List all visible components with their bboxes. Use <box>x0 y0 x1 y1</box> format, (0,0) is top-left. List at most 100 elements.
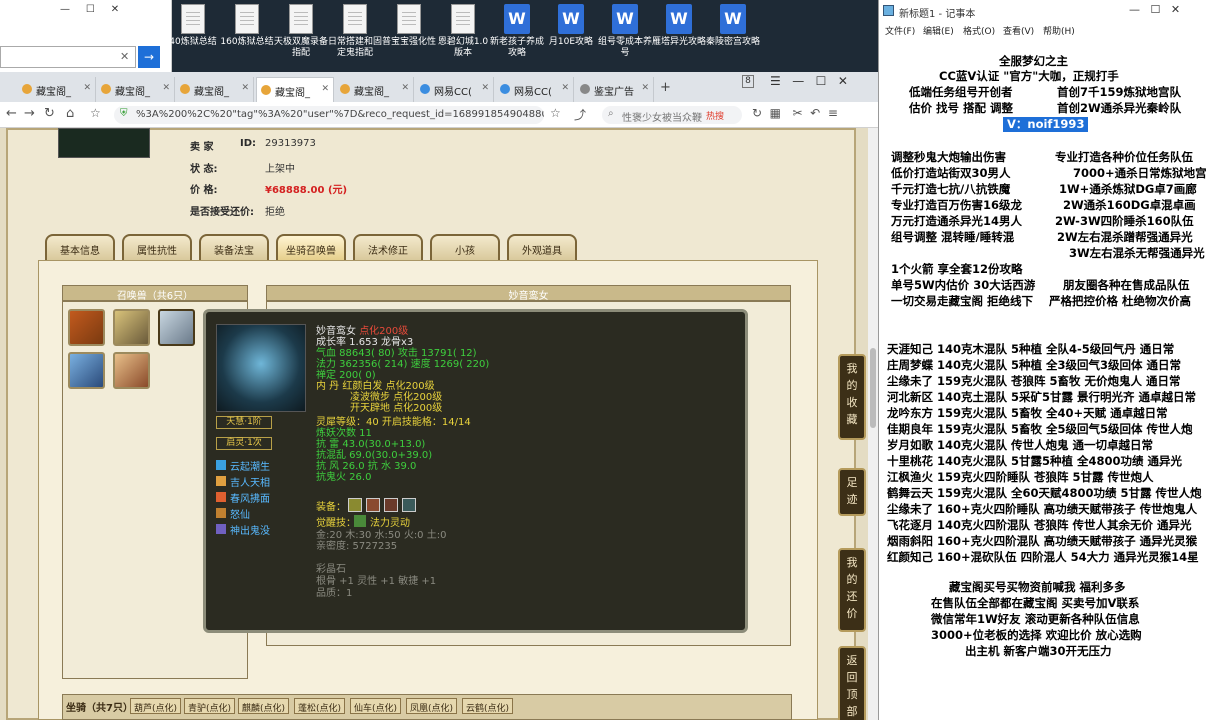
close-tab-icon[interactable]: ✕ <box>162 83 170 93</box>
forward-icon[interactable]: → <box>24 106 35 121</box>
service-left: 低价打造站街双30男人 <box>891 166 1011 180</box>
close-tab-icon[interactable]: ✕ <box>481 83 489 93</box>
mount-tab[interactable]: 仙车(点化) <box>350 698 402 714</box>
tab-count-badge[interactable]: 8 <box>742 75 754 88</box>
document-icon <box>397 4 421 34</box>
close-tab-icon[interactable]: ✕ <box>561 83 569 93</box>
promo-line: 朋友圈各种在售成品队伍 <box>1063 278 1190 292</box>
close-tab-icon[interactable]: ✕ <box>241 83 249 93</box>
mount-tab[interactable]: 凤凰(点化) <box>406 698 458 714</box>
wps-doc-icon: W <box>558 4 584 34</box>
equipment-slot-icon[interactable] <box>366 498 380 512</box>
summon-avatar[interactable] <box>113 352 150 389</box>
desktop-file[interactable]: 160炼狱总结 <box>220 4 274 48</box>
summon-avatar-selected[interactable] <box>158 309 195 346</box>
close-tab-icon[interactable]: ✕ <box>83 83 91 93</box>
mount-tab[interactable]: 葫芦(点化) <box>130 698 182 714</box>
star-icon[interactable]: ☆ <box>550 106 561 120</box>
share-icon[interactable]: ⤴ <box>574 106 586 123</box>
resist-wind-water: 抗 风 26.0 抗 水 39.0 <box>316 461 417 472</box>
go-button[interactable]: → <box>138 46 160 68</box>
new-tab-icon[interactable]: + <box>660 80 671 95</box>
browser-tab[interactable]: 藏宝阁_ ✕ <box>18 77 96 102</box>
browser-tab[interactable]: 鉴宝广告 ✕ <box>576 77 654 102</box>
window-controls[interactable]: ☰ — ☐ ✕ <box>770 74 848 88</box>
back-to-top-button[interactable]: 返回顶部 <box>838 646 866 720</box>
notepad-window: 新标题1 - 记事本 — ☐ ✕ 文件(F) 编辑(E) 格式(O) 查看(V)… <box>878 0 1208 720</box>
equipment-slot-icon[interactable] <box>348 498 362 512</box>
scrollbar-thumb[interactable] <box>870 348 876 428</box>
menu-edit[interactable]: 编辑(E) <box>923 24 954 37</box>
close-tab-icon[interactable]: ✕ <box>641 83 649 93</box>
tab-appearance[interactable]: 外观道具 <box>507 234 577 260</box>
desktop-file[interactable]: W 月10E攻略 <box>544 4 598 48</box>
close-icon[interactable]: ✕ <box>120 50 129 63</box>
background-window: — ☐ ✕ ✕ → <box>0 0 172 72</box>
home-icon[interactable]: ⌂ <box>66 106 74 121</box>
team-line: 红颜知己 160+混砍队伍 四阶混人 54大力 通异光灵猴14星 <box>887 550 1199 564</box>
footprint-button[interactable]: 足迹 <box>838 468 866 516</box>
my-favorites-button[interactable]: 我的收藏 <box>838 354 866 440</box>
close-tab-icon[interactable]: ✕ <box>321 84 329 94</box>
tab-attributes[interactable]: 属性抗性 <box>122 234 192 260</box>
notepad-text-area[interactable]: 全服梦幻之主 CC蓝V认证 "官方"大咖，正规打手 低端任务组号开创者 首创7千… <box>879 40 1208 720</box>
summon-name: 妙音鸾女 <box>316 326 356 337</box>
menu-help[interactable]: 帮助(H) <box>1043 24 1075 37</box>
mount-tab[interactable]: 云鹤(点化) <box>462 698 514 714</box>
desktop-file[interactable]: W 雁塔异光攻略 <box>652 4 706 48</box>
url-input[interactable]: ⛨ %3A%200%2C%20"tag"%3A%20"user"%7D&reco_… <box>114 106 544 124</box>
desktop-file[interactable]: W 秦陵密宫攻略 <box>706 4 760 48</box>
tab-mounts-summons[interactable]: 坐骑召唤兽 <box>276 234 346 260</box>
desktop-file[interactable]: 恩碧幻城1.0版本 <box>436 4 490 59</box>
desktop-file[interactable]: 普宝宝强化性 <box>382 4 436 48</box>
desktop-file[interactable]: 天极双魔录备指配 <box>274 4 328 59</box>
tab-spell-mods[interactable]: 法术修正 <box>353 234 423 260</box>
mp-speed-line: 法力 362356( 214) 速度 1269( 220) <box>316 359 490 370</box>
browser-tab-active[interactable]: 藏宝阁_ ✕ <box>256 77 334 102</box>
search-input[interactable] <box>0 46 136 68</box>
mount-tab[interactable]: 青驴(点化) <box>184 698 236 714</box>
bookmark-icon[interactable]: ☆ <box>90 106 101 120</box>
menu-file[interactable]: 文件(F) <box>885 24 915 37</box>
summon-avatar[interactable] <box>68 309 105 346</box>
tab-child[interactable]: 小孩 <box>430 234 500 260</box>
browser-tab[interactable]: 网易CC(✕ <box>496 77 574 102</box>
back-icon[interactable]: ← <box>6 106 17 121</box>
mount-tab[interactable]: 麒麟(点化) <box>238 698 290 714</box>
browser-tab[interactable]: 藏宝阁_ ✕ <box>176 77 254 102</box>
close-tab-icon[interactable]: ✕ <box>401 83 409 93</box>
desktop-file[interactable]: W 新老孩子养成攻略 <box>490 4 544 59</box>
my-bargains-button[interactable]: 我的还价 <box>838 548 866 632</box>
page-scrollbar[interactable] <box>868 128 878 720</box>
browser-tab[interactable]: 藏宝阁_ ✕ <box>336 77 414 102</box>
service-right: 2W-3W四阶睡杀160队伍 <box>1055 214 1194 228</box>
promo-line: 一切交易走藏宝阁 拒绝线下 <box>891 294 1034 308</box>
browser-tab[interactable]: 藏宝阁_ ✕ <box>97 77 175 102</box>
menu-format[interactable]: 格式(O) <box>963 24 995 37</box>
menu-view[interactable]: 查看(V) <box>1003 24 1034 37</box>
desktop-file[interactable]: 日常搭建和固定鬼指配 <box>328 4 382 59</box>
browser-tab[interactable]: 网易CC(✕ <box>416 77 494 102</box>
footer-line: 微信常年1W好友 滚动更新各种队伍信息 <box>931 612 1140 626</box>
wps-doc-icon: W <box>504 4 530 34</box>
summon-detail-title: 妙音鸾女 <box>266 285 791 302</box>
globe-icon <box>580 84 590 94</box>
desktop-file[interactable]: 40炼狱总结 <box>166 4 220 48</box>
window-controls[interactable]: — ☐ ✕ <box>1129 3 1180 16</box>
reload-icon[interactable]: ↻ <box>44 106 55 121</box>
favicon-icon <box>420 84 430 94</box>
equipment-slot-icon[interactable] <box>384 498 398 512</box>
footer-line: 3000+位老板的选择 欢迎比价 放心选购 <box>931 628 1142 642</box>
desktop-file[interactable]: W 组号零成本养号 <box>598 4 652 59</box>
hot-search-label[interactable]: 热搜 <box>706 109 724 122</box>
tab-equipment[interactable]: 装备法宝 <box>199 234 269 260</box>
toolbar-icons[interactable]: ↻ ▦ ✂ ↶ ≡ <box>752 106 838 120</box>
team-line: 庄周梦蝶 140克火混队 5种植 全3级回气3级回体 通日常 <box>887 358 1182 372</box>
mount-tab[interactable]: 蓬松(点化) <box>294 698 346 714</box>
summon-avatar[interactable] <box>68 352 105 389</box>
awaken-skill-icon <box>354 515 366 527</box>
wps-doc-icon: W <box>666 4 692 34</box>
equipment-slot-icon[interactable] <box>402 498 416 512</box>
summon-avatar[interactable] <box>113 309 150 346</box>
tab-basic-info[interactable]: 基本信息 <box>45 234 115 260</box>
